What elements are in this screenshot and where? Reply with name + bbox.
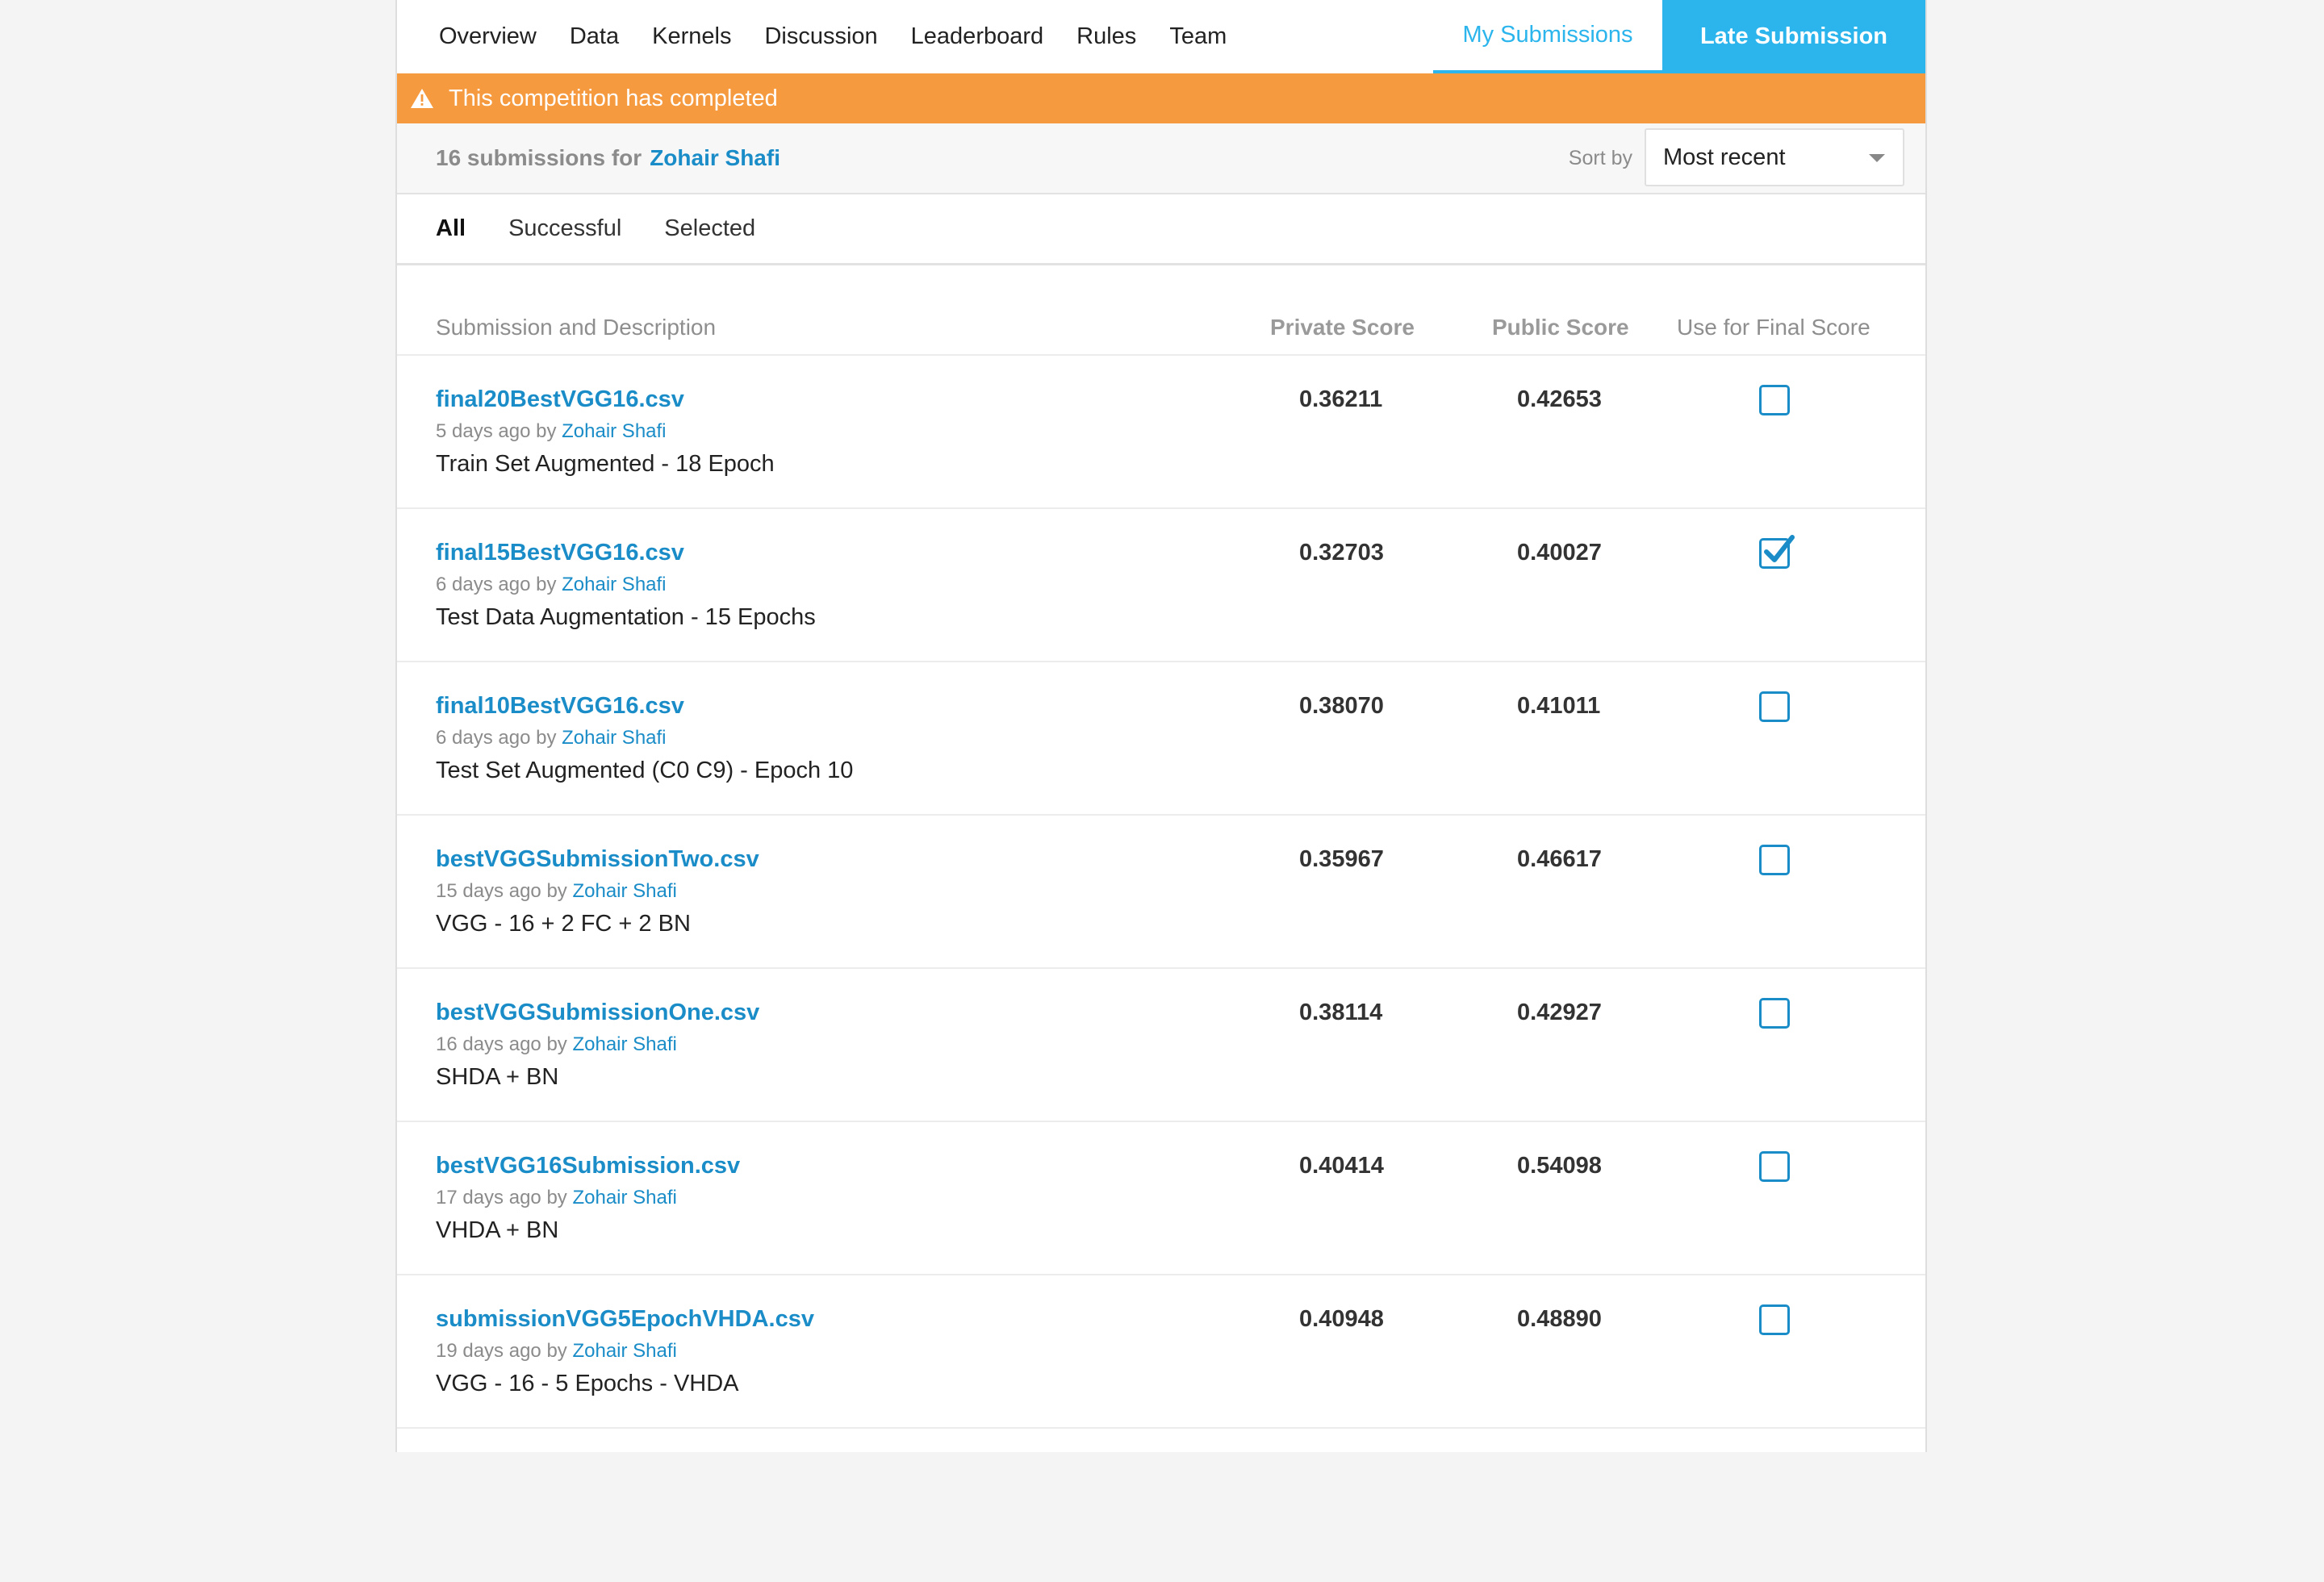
nav-discussion[interactable]: Discussion bbox=[764, 25, 877, 48]
public-score: 0.54098 bbox=[1517, 1153, 1602, 1179]
header-private-score: Private Score bbox=[1270, 315, 1415, 340]
header-description: Submission and Description bbox=[436, 315, 717, 340]
use-for-final-checkbox[interactable] bbox=[1759, 998, 1790, 1029]
public-score: 0.42653 bbox=[1517, 386, 1602, 412]
alert-text: This competition has completed bbox=[449, 85, 778, 111]
submission-age: 16 days ago by bbox=[436, 1033, 567, 1055]
submission-age: 6 days ago by bbox=[436, 574, 557, 595]
submission-age: 15 days ago by bbox=[436, 880, 567, 902]
submission-user-link[interactable]: Zohair Shafi bbox=[562, 574, 666, 595]
use-for-final-checkbox[interactable] bbox=[1759, 1304, 1790, 1335]
public-score: 0.48890 bbox=[1517, 1306, 1602, 1332]
public-score: 0.46617 bbox=[1517, 846, 1602, 872]
submission-file-link[interactable]: final20BestVGG16.csv bbox=[436, 386, 684, 413]
private-score: 0.40948 bbox=[1299, 1306, 1384, 1332]
nav-kernels[interactable]: Kernels bbox=[652, 25, 731, 48]
use-for-final-checkbox[interactable] bbox=[1759, 535, 1795, 569]
filter-selected[interactable]: Selected bbox=[664, 215, 755, 242]
table-row: final10BestVGG16.csv 6 days ago by Zohai… bbox=[397, 662, 1925, 816]
submission-age: 6 days ago by bbox=[436, 727, 557, 749]
submission-user-link[interactable]: Zohair Shafi bbox=[562, 420, 666, 442]
competition-completed-alert: This competition has completed bbox=[397, 73, 1925, 123]
submission-age: 17 days ago by bbox=[436, 1187, 567, 1208]
top-nav: Overview Data Kernels Discussion Leaderb… bbox=[397, 0, 1925, 73]
submission-description: VHDA + BN bbox=[436, 1217, 559, 1243]
tab-my-submissions[interactable]: My Submissions bbox=[1433, 0, 1662, 73]
table-header: Submission and Description Private Score… bbox=[397, 265, 1925, 356]
submission-description: Test Data Augmentation - 15 Epochs bbox=[436, 604, 816, 630]
submission-file-link[interactable]: bestVGGSubmissionOne.csv bbox=[436, 1000, 759, 1026]
table-row: final20BestVGG16.csv 5 days ago by Zohai… bbox=[397, 356, 1925, 509]
sort-label: Sort by bbox=[1568, 146, 1632, 169]
private-score: 0.36211 bbox=[1299, 386, 1383, 412]
filter-all[interactable]: All bbox=[436, 215, 466, 242]
submission-file-link[interactable]: bestVGG16Submission.csv bbox=[436, 1153, 740, 1179]
sort-select-value: Most recent bbox=[1663, 144, 1786, 170]
submission-meta: 19 days ago by Zohair Shafi bbox=[436, 1340, 677, 1363]
submission-file-link[interactable]: submissionVGG5EpochVHDA.csv bbox=[436, 1306, 814, 1333]
submission-user-link[interactable]: Zohair Shafi bbox=[562, 727, 666, 749]
submission-file-link[interactable]: final15BestVGG16.csv bbox=[436, 540, 684, 566]
late-submission-button[interactable]: Late Submission bbox=[1662, 0, 1925, 73]
submission-user-link[interactable]: Zohair Shafi bbox=[572, 1187, 676, 1208]
header-use-final: Use for Final Score bbox=[1677, 315, 1870, 340]
submission-user-link[interactable]: Zohair Shafi bbox=[572, 1033, 676, 1055]
use-for-final-checkbox[interactable] bbox=[1759, 1151, 1790, 1182]
chevron-down-icon bbox=[1869, 154, 1885, 162]
nav-data[interactable]: Data bbox=[570, 25, 619, 48]
submission-meta: 15 days ago by Zohair Shafi bbox=[436, 880, 677, 903]
nav-rules[interactable]: Rules bbox=[1076, 25, 1136, 48]
submission-meta: 5 days ago by Zohair Shafi bbox=[436, 420, 667, 443]
submission-description: SHDA + BN bbox=[436, 1064, 559, 1090]
submissions-table: final20BestVGG16.csv 5 days ago by Zohai… bbox=[397, 356, 1925, 1582]
use-for-final-checkbox[interactable] bbox=[1759, 691, 1790, 722]
private-score: 0.38070 bbox=[1299, 693, 1384, 719]
submission-owner-link[interactable]: Zohair Shafi bbox=[650, 145, 780, 171]
nav-team[interactable]: Team bbox=[1169, 25, 1227, 48]
table-row: bestVGGSubmissionOne.csv 16 days ago by … bbox=[397, 969, 1925, 1122]
use-for-final-checkbox[interactable] bbox=[1759, 845, 1790, 875]
submission-meta: 6 days ago by Zohair Shafi bbox=[436, 574, 667, 596]
nav-leaderboard[interactable]: Leaderboard bbox=[911, 25, 1043, 48]
nav-overview[interactable]: Overview bbox=[439, 25, 537, 48]
public-score: 0.40027 bbox=[1517, 540, 1602, 566]
header-public-score: Public Score bbox=[1492, 315, 1629, 340]
submission-description: Test Set Augmented (C0 C9) - Epoch 10 bbox=[436, 758, 854, 783]
submission-user-link[interactable]: Zohair Shafi bbox=[572, 1340, 676, 1362]
filter-successful[interactable]: Successful bbox=[508, 215, 621, 242]
submission-file-link[interactable]: bestVGGSubmissionTwo.csv bbox=[436, 846, 759, 873]
public-score: 0.41011 bbox=[1517, 693, 1601, 719]
private-score: 0.32703 bbox=[1299, 540, 1384, 566]
submission-count: 16 submissions for Zohair Shafi bbox=[436, 123, 780, 193]
use-for-final-checkbox[interactable] bbox=[1759, 385, 1790, 415]
public-score: 0.42927 bbox=[1517, 1000, 1602, 1025]
submission-meta: 17 days ago by Zohair Shafi bbox=[436, 1187, 677, 1209]
submissions-header: 16 submissions for Zohair Shafi Sort by … bbox=[397, 123, 1925, 194]
competition-page: Overview Data Kernels Discussion Leaderb… bbox=[395, 0, 1927, 1452]
table-row: submissionVGG5EpochVHDA.csv 19 days ago … bbox=[397, 1275, 1925, 1429]
sort-select[interactable]: Most recent bbox=[1645, 128, 1904, 186]
submission-meta: 16 days ago by Zohair Shafi bbox=[436, 1033, 677, 1056]
checkmark-icon bbox=[1764, 535, 1795, 562]
private-score: 0.38114 bbox=[1299, 1000, 1383, 1025]
submission-description: Train Set Augmented - 18 Epoch bbox=[436, 451, 775, 477]
table-row: bestVGG16Submission.csv 17 days ago by Z… bbox=[397, 1122, 1925, 1275]
filter-tabs: All Successful Selected bbox=[397, 194, 1925, 265]
private-score: 0.35967 bbox=[1299, 846, 1384, 872]
submission-description: VGG - 16 + 2 FC + 2 BN bbox=[436, 911, 691, 937]
nav-links: Overview Data Kernels Discussion Leaderb… bbox=[439, 0, 1260, 73]
private-score: 0.40414 bbox=[1299, 1153, 1384, 1179]
submission-file-link[interactable]: final10BestVGG16.csv bbox=[436, 693, 684, 720]
submission-user-link[interactable]: Zohair Shafi bbox=[572, 880, 676, 902]
submission-meta: 6 days ago by Zohair Shafi bbox=[436, 727, 667, 749]
submission-age: 19 days ago by bbox=[436, 1340, 567, 1362]
submission-count-text: 16 submissions for bbox=[436, 145, 642, 170]
table-row: bestVGGSubmissionTwo.csv 15 days ago by … bbox=[397, 816, 1925, 969]
submission-description: VGG - 16 - 5 Epochs - VHDA bbox=[436, 1371, 739, 1396]
warning-icon bbox=[408, 85, 436, 112]
table-row: final15BestVGG16.csv 6 days ago by Zohai… bbox=[397, 509, 1925, 662]
submission-age: 5 days ago by bbox=[436, 420, 557, 442]
